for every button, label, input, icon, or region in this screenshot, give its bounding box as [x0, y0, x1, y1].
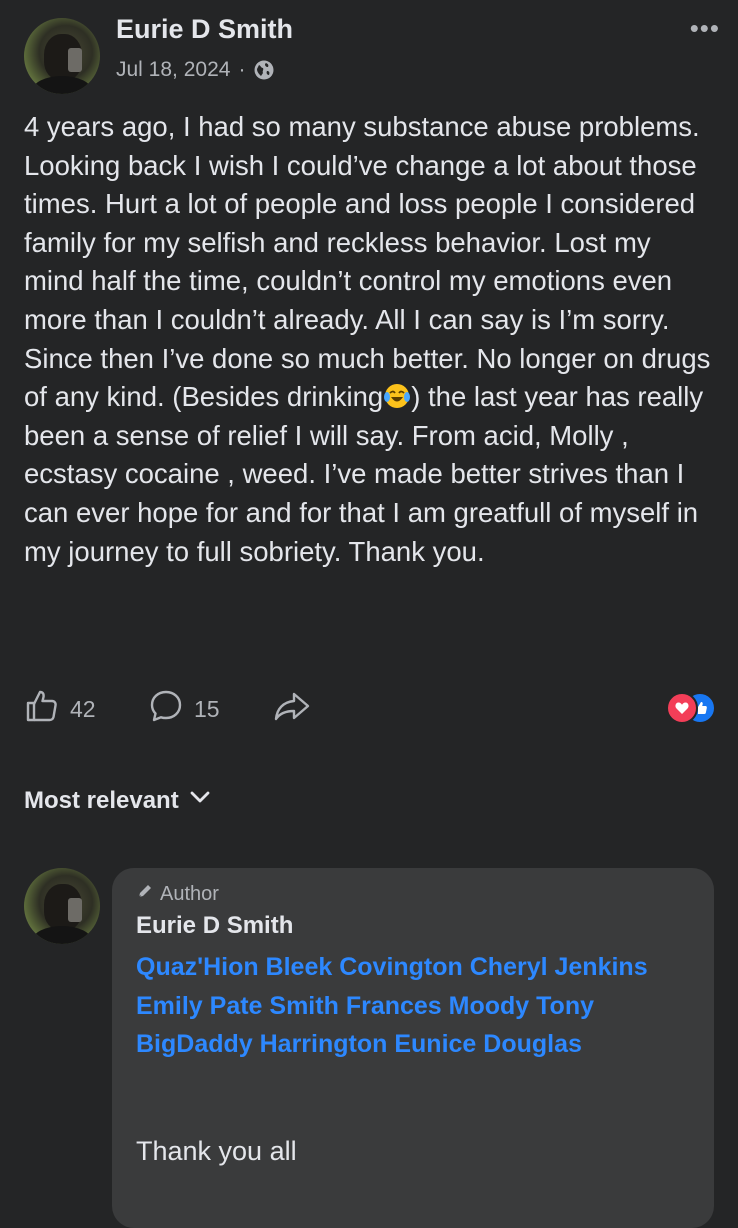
globe-icon — [253, 59, 275, 81]
post-actions-bar: 42 15 — [24, 688, 716, 730]
post-body: 4 years ago, I had so many substance abu… — [24, 108, 714, 571]
author-avatar[interactable] — [24, 18, 100, 94]
author-name[interactable]: Eurie D Smith — [116, 14, 293, 45]
mention-link[interactable]: Quaz'Hion Bleek Covington — [136, 953, 463, 981]
comment-count: 15 — [194, 695, 220, 722]
post-date[interactable]: Jul 18, 2024 — [116, 58, 230, 82]
comment-bubble: Author Eurie D Smith Quaz'Hion Bleek Cov… — [112, 868, 714, 1228]
author-badge: Author — [136, 882, 219, 906]
like-button[interactable]: 42 — [24, 688, 96, 730]
post-text-part1: 4 years ago, I had so many substance abu… — [24, 111, 711, 413]
comment-bubble-icon — [148, 688, 184, 730]
post-meta: Jul 18, 2024 · — [116, 58, 275, 82]
post-header: Eurie D Smith Jul 18, 2024 · ••• — [0, 0, 738, 100]
face-with-tears-of-joy-emoji — [383, 382, 411, 410]
more-dots-icon[interactable]: ••• — [690, 15, 720, 41]
comment-button[interactable]: 15 — [148, 688, 220, 730]
mention-link[interactable]: Emily Pate Smith — [136, 992, 339, 1020]
share-button[interactable] — [272, 688, 312, 730]
mention-link[interactable]: Eunice Douglas — [394, 1030, 582, 1058]
mention-link[interactable]: Frances Moody — [346, 992, 529, 1020]
meta-separator: · — [238, 58, 246, 81]
share-arrow-icon — [272, 688, 312, 730]
mention-link[interactable]: Cheryl Jenkins — [470, 953, 648, 981]
sort-label: Most relevant — [24, 786, 179, 814]
comment-text: Thank you all — [136, 1136, 297, 1166]
comment-mentions: Quaz'Hion Bleek Covington Cheryl Jenkins… — [136, 948, 706, 1064]
like-count: 42 — [70, 695, 96, 722]
chevron-down-icon — [189, 786, 211, 815]
pencil-icon — [136, 882, 154, 906]
reaction-summary[interactable] — [666, 692, 716, 724]
comments-sort-dropdown[interactable]: Most relevant — [24, 786, 211, 815]
thumbs-up-icon — [24, 688, 60, 730]
commenter-avatar[interactable] — [24, 868, 100, 944]
author-badge-label: Author — [160, 882, 219, 905]
commenter-name[interactable]: Eurie D Smith — [136, 912, 293, 940]
love-reaction-icon — [666, 692, 698, 724]
